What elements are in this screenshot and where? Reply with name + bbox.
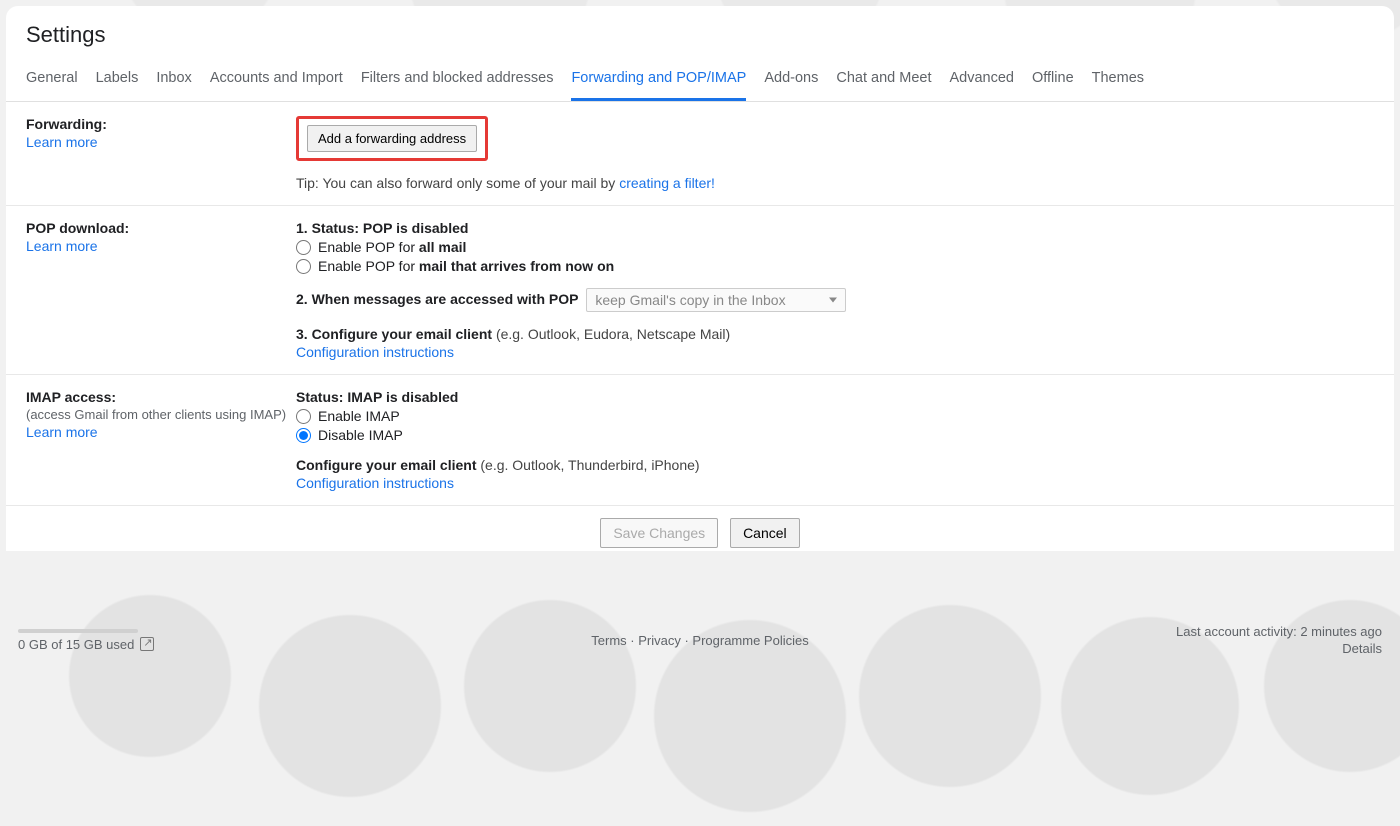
imap-option-enable[interactable]: Enable IMAP xyxy=(296,408,1374,424)
tab-chat-meet[interactable]: Chat and Meet xyxy=(836,60,931,101)
imap-radio-disable[interactable] xyxy=(296,428,311,443)
tab-filters[interactable]: Filters and blocked addresses xyxy=(361,60,554,101)
footer-storage: 0 GB of 15 GB used xyxy=(18,629,154,652)
add-forwarding-address-button[interactable]: Add a forwarding address xyxy=(307,125,477,152)
imap-configure-heading: Configure your email client xyxy=(296,457,480,473)
settings-panel: Settings General Labels Inbox Accounts a… xyxy=(6,6,1394,551)
section-pop: POP download: Learn more 1. Status: POP … xyxy=(6,206,1394,375)
pop-radio-all-mail[interactable] xyxy=(296,240,311,255)
tab-general[interactable]: General xyxy=(26,60,78,101)
highlighted-add-forwarding-box: Add a forwarding address xyxy=(296,116,488,161)
section-forwarding: Forwarding: Learn more Add a forwarding … xyxy=(6,102,1394,206)
pop-access-action-select[interactable]: keep Gmail's copy in the Inbox xyxy=(586,288,846,312)
activity-details-link[interactable]: Details xyxy=(1176,641,1382,656)
pop-when-heading: 2. When messages are accessed with POP xyxy=(296,291,578,307)
imap-disable-label: Disable IMAP xyxy=(318,427,403,443)
pop-configure-heading: 3. Configure your email client xyxy=(296,326,496,342)
tab-advanced[interactable]: Advanced xyxy=(949,60,1014,101)
terms-link[interactable]: Terms xyxy=(591,633,626,648)
imap-configuration-instructions-link[interactable]: Configuration instructions xyxy=(296,475,1374,491)
section-imap: IMAP access: (access Gmail from other cl… xyxy=(6,375,1394,506)
forwarding-tip-text: Tip: You can also forward only some of y… xyxy=(296,175,619,191)
create-filter-link[interactable]: creating a filter! xyxy=(619,175,715,191)
open-external-icon[interactable] xyxy=(140,637,154,651)
imap-label: IMAP access: xyxy=(26,389,296,405)
pop-option-from-now-on[interactable]: Enable POP for mail that arrives from no… xyxy=(296,258,1374,274)
pop-option-all-mail[interactable]: Enable POP for all mail xyxy=(296,239,1374,255)
pop-configuration-instructions-link[interactable]: Configuration instructions xyxy=(296,344,1374,360)
pop-radio-from-now-on[interactable] xyxy=(296,259,311,274)
tab-inbox[interactable]: Inbox xyxy=(156,60,191,101)
storage-text: 0 GB of 15 GB used xyxy=(18,637,134,652)
forwarding-tip: Tip: You can also forward only some of y… xyxy=(296,175,1374,191)
pop-status-heading: 1. Status: POP is disabled xyxy=(296,220,468,236)
tab-accounts[interactable]: Accounts and Import xyxy=(210,60,343,101)
imap-enable-label: Enable IMAP xyxy=(318,408,400,424)
save-changes-button[interactable]: Save Changes xyxy=(600,518,718,548)
imap-status-heading: Status: IMAP is disabled xyxy=(296,389,458,405)
imap-learn-more-link[interactable]: Learn more xyxy=(26,424,98,440)
footer-links: Terms · Privacy · Programme Policies xyxy=(591,633,808,648)
tab-addons[interactable]: Add-ons xyxy=(764,60,818,101)
imap-sublabel: (access Gmail from other clients using I… xyxy=(26,407,296,422)
forwarding-label: Forwarding: xyxy=(26,116,296,132)
cancel-button[interactable]: Cancel xyxy=(730,518,800,548)
imap-configure-note: (e.g. Outlook, Thunderbird, iPhone) xyxy=(480,457,699,473)
pop-label: POP download: xyxy=(26,220,296,236)
footer-activity: Last account activity: 2 minutes ago Det… xyxy=(1176,624,1382,656)
programme-policies-link[interactable]: Programme Policies xyxy=(692,633,808,648)
action-buttons-row: Save Changes Cancel xyxy=(6,506,1394,551)
forwarding-learn-more-link[interactable]: Learn more xyxy=(26,134,98,150)
tab-forwarding-pop-imap[interactable]: Forwarding and POP/IMAP xyxy=(571,60,746,101)
privacy-link[interactable]: Privacy xyxy=(638,633,681,648)
tab-offline[interactable]: Offline xyxy=(1032,60,1074,101)
settings-tabs: General Labels Inbox Accounts and Import… xyxy=(6,60,1394,102)
storage-bar xyxy=(18,629,138,633)
last-activity-text: Last account activity: 2 minutes ago xyxy=(1176,624,1382,639)
imap-radio-enable[interactable] xyxy=(296,409,311,424)
tab-themes[interactable]: Themes xyxy=(1092,60,1144,101)
imap-option-disable[interactable]: Disable IMAP xyxy=(296,427,1374,443)
page-title: Settings xyxy=(6,6,1394,60)
footer: 0 GB of 15 GB used Terms · Privacy · Pro… xyxy=(0,624,1400,656)
tab-labels[interactable]: Labels xyxy=(96,60,139,101)
pop-learn-more-link[interactable]: Learn more xyxy=(26,238,98,254)
pop-configure-note: (e.g. Outlook, Eudora, Netscape Mail) xyxy=(496,326,730,342)
